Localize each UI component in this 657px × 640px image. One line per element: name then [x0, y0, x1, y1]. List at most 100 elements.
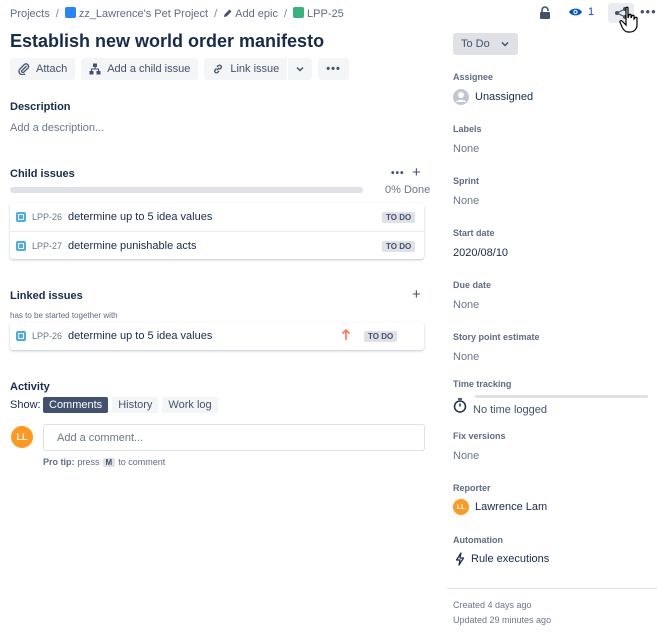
linked-issues-add-button[interactable]: +: [412, 286, 421, 303]
activity-show-label: Show:: [10, 399, 41, 411]
eye-icon: [569, 8, 582, 16]
breadcrumb-issue-key[interactable]: LPP-25: [293, 7, 344, 20]
story-icon: [293, 7, 305, 18]
assignee-value: Unassigned: [475, 91, 534, 103]
tab-comments[interactable]: Comments: [43, 397, 109, 413]
assignee-field[interactable]: Unassigned: [453, 89, 533, 105]
protip-key: M: [102, 457, 116, 467]
time-tracking-value: No time logged: [473, 404, 547, 416]
start-date-value[interactable]: 2020/08/10: [453, 247, 508, 259]
time-tracking-field[interactable]: No time logged: [453, 394, 547, 416]
issue-summary[interactable]: determine up to 5 idea values: [68, 330, 212, 342]
avatar: LL: [11, 426, 33, 448]
avatar: LL: [453, 499, 469, 515]
link-icon: [214, 64, 223, 74]
tab-work-log[interactable]: Work log: [162, 397, 218, 413]
breadcrumb-projects[interactable]: Projects: [10, 8, 50, 20]
description-input[interactable]: Add a description...: [10, 122, 104, 134]
issue-summary[interactable]: determine up to 5 idea values: [68, 211, 212, 223]
reporter-value: Lawrence Lam: [475, 501, 548, 513]
automation-value: Rule executions: [471, 553, 550, 565]
fix-versions-value[interactable]: None: [453, 450, 479, 462]
automation-field[interactable]: Rule executions: [455, 552, 549, 566]
protip-press: press: [77, 457, 100, 467]
due-date-value[interactable]: None: [453, 299, 479, 311]
child-issues-more-button[interactable]: •••: [391, 168, 405, 179]
breadcrumb-add-epic-label: Add epic: [235, 7, 278, 20]
protip: Pro tip: press M to comment: [43, 457, 165, 467]
add-child-issue-button[interactable]: Add a child issue: [81, 58, 199, 80]
created-timestamp: Created 4 days ago: [453, 600, 532, 610]
sprint-label: Sprint: [453, 176, 479, 186]
more-toolbar-button[interactable]: •••: [318, 58, 349, 80]
reporter-field[interactable]: LL Lawrence Lam: [453, 499, 547, 515]
priority-high-icon: [341, 329, 351, 340]
fix-versions-label: Fix versions: [453, 431, 506, 441]
status-dropdown[interactable]: To Do: [453, 33, 518, 55]
story-points-value[interactable]: None: [453, 351, 479, 363]
pencil-icon: [224, 9, 232, 17]
watch-button[interactable]: 1: [568, 6, 594, 18]
protip-prefix: Pro tip:: [43, 457, 75, 467]
issue-key[interactable]: LPP-26: [32, 212, 62, 222]
breadcrumb-separator: /: [214, 7, 218, 20]
link-issue-dropdown[interactable]: [288, 58, 313, 80]
subtask-icon: [16, 212, 26, 222]
story-points-label: Story point estimate: [453, 332, 540, 342]
attach-button[interactable]: Attach: [10, 58, 76, 80]
time-tracking-label: Time tracking: [453, 379, 512, 389]
issue-toolbar: Attach Add a child issue Link issue •••: [10, 58, 349, 80]
description-heading: Description: [10, 101, 71, 113]
paperclip-icon: [18, 63, 30, 75]
lock-icon[interactable]: [539, 6, 551, 20]
labels-label: Labels: [453, 124, 482, 134]
child-issues-progress-bar: [10, 187, 363, 193]
linked-issues-list: LPP-26 determine up to 5 idea values TO …: [10, 322, 424, 350]
lightning-icon: [455, 552, 465, 566]
automation-label: Automation: [453, 535, 503, 545]
status-badge[interactable]: TO DO: [364, 331, 398, 342]
link-issue-group: Link issue: [204, 58, 313, 80]
updated-timestamp: Updated 29 minutes ago: [453, 615, 552, 625]
start-date-label: Start date: [453, 228, 495, 238]
chevron-down-icon: [501, 41, 509, 47]
activity-tabs: Comments History Work log: [43, 397, 218, 413]
child-issues-progress-label: 0% Done: [385, 184, 431, 196]
status-label: To Do: [461, 38, 490, 50]
breadcrumb-issue-key-label: LPP-25: [307, 8, 344, 20]
hand-cursor-icon: [619, 6, 638, 33]
child-issues-add-button[interactable]: +: [412, 164, 421, 181]
project-icon: [64, 7, 76, 18]
protip-suffix: to comment: [118, 457, 166, 467]
linked-issues-heading: Linked issues: [10, 290, 83, 302]
tab-history[interactable]: History: [112, 397, 159, 413]
breadcrumb-project-label: zz_Lawrence's Pet Project: [78, 8, 209, 20]
breadcrumb-add-epic[interactable]: Add epic: [223, 8, 278, 20]
breadcrumb: Projects / zz_Lawrence's Pet Project / A…: [10, 7, 344, 20]
sidebar-divider: [447, 588, 657, 589]
table-row[interactable]: LPP-26 determine up to 5 idea values TO …: [10, 203, 424, 231]
due-date-label: Due date: [453, 280, 492, 290]
sprint-value[interactable]: None: [453, 195, 479, 207]
issue-title[interactable]: Establish new world order manifesto: [10, 31, 324, 52]
reporter-label: Reporter: [453, 483, 491, 493]
labels-value[interactable]: None: [453, 143, 479, 155]
issue-key[interactable]: LPP-27: [32, 241, 62, 251]
table-row[interactable]: LPP-26 determine up to 5 idea values TO …: [10, 322, 424, 350]
status-badge[interactable]: TO DO: [382, 212, 416, 223]
watch-count: 1: [588, 6, 595, 18]
hierarchy-icon: [89, 63, 101, 75]
link-relation-label: has to be started together with: [10, 311, 118, 320]
breadcrumb-project[interactable]: zz_Lawrence's Pet Project: [64, 7, 209, 20]
status-badge[interactable]: TO DO: [382, 241, 416, 252]
link-issue-button[interactable]: Link issue: [204, 58, 288, 80]
table-row[interactable]: LPP-27 determine punishable acts TO DO: [10, 231, 424, 259]
child-issues-heading: Child issues: [10, 168, 75, 180]
child-issues-list: LPP-26 determine up to 5 idea values TO …: [10, 203, 424, 259]
add-child-issue-label: Add a child issue: [107, 63, 191, 75]
subtask-icon: [16, 331, 26, 341]
stopwatch-icon: [453, 397, 467, 413]
comment-input[interactable]: Add a comment...: [43, 424, 425, 451]
issue-summary[interactable]: determine punishable acts: [68, 240, 196, 252]
issue-key[interactable]: LPP-26: [32, 331, 62, 341]
